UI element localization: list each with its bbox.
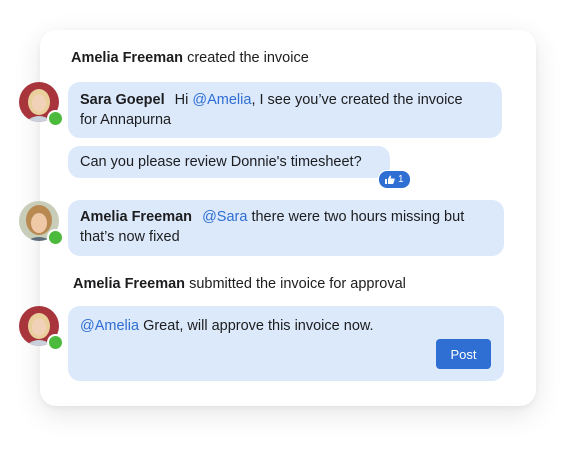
message-text-pre: Hi [174, 92, 189, 108]
activity-event-created: Amelia Freeman created the invoice [71, 50, 309, 66]
mention-link-amelia[interactable]: @Amelia [192, 92, 251, 108]
message-text: , I see you’ve created the invoice [251, 92, 463, 108]
event-actor: Amelia Freeman [73, 276, 186, 292]
message-line-1: Amelia Freeman @Sara there were two hour… [80, 207, 492, 227]
presence-online-icon [47, 334, 64, 351]
message-line-1: Sara Goepel Hi @Amelia, I see you’ve cre… [80, 90, 490, 110]
presence-online-icon [47, 110, 64, 127]
event-action: created the invoice [187, 50, 309, 66]
thumbs-up-icon [385, 175, 395, 184]
composer-mention[interactable]: @Amelia [80, 318, 139, 334]
event-action: submitted the invoice for approval [189, 276, 406, 292]
composer-text[interactable]: Great, will approve this invoice now. [143, 318, 374, 334]
message-bubble-amelia: Amelia Freeman @Sara there were two hour… [68, 200, 504, 256]
mention-link-sara[interactable]: @Sara [202, 209, 247, 225]
message-bubble-sara: Sara Goepel Hi @Amelia, I see you’ve cre… [68, 82, 502, 138]
message-text-line-2: for Annapurna [80, 112, 172, 128]
message-author: Sara Goepel [80, 92, 165, 108]
message-text: there were two hours missing but [251, 209, 465, 225]
presence-online-icon [47, 229, 64, 246]
message-author: Amelia Freeman [80, 209, 193, 225]
activity-event-submitted: Amelia Freeman submitted the invoice for… [73, 276, 406, 292]
message-bubble-followup: Can you please review Donnie's timesheet… [68, 146, 390, 178]
reaction-thumbs-up[interactable]: 1 [378, 170, 411, 189]
message-text-line-2: that’s now fixed [80, 229, 180, 245]
reaction-count: 1 [398, 174, 404, 185]
message-text: Can you please review Donnie's timesheet… [80, 154, 362, 170]
post-button[interactable]: Post [436, 339, 491, 369]
event-actor: Amelia Freeman [71, 50, 184, 66]
